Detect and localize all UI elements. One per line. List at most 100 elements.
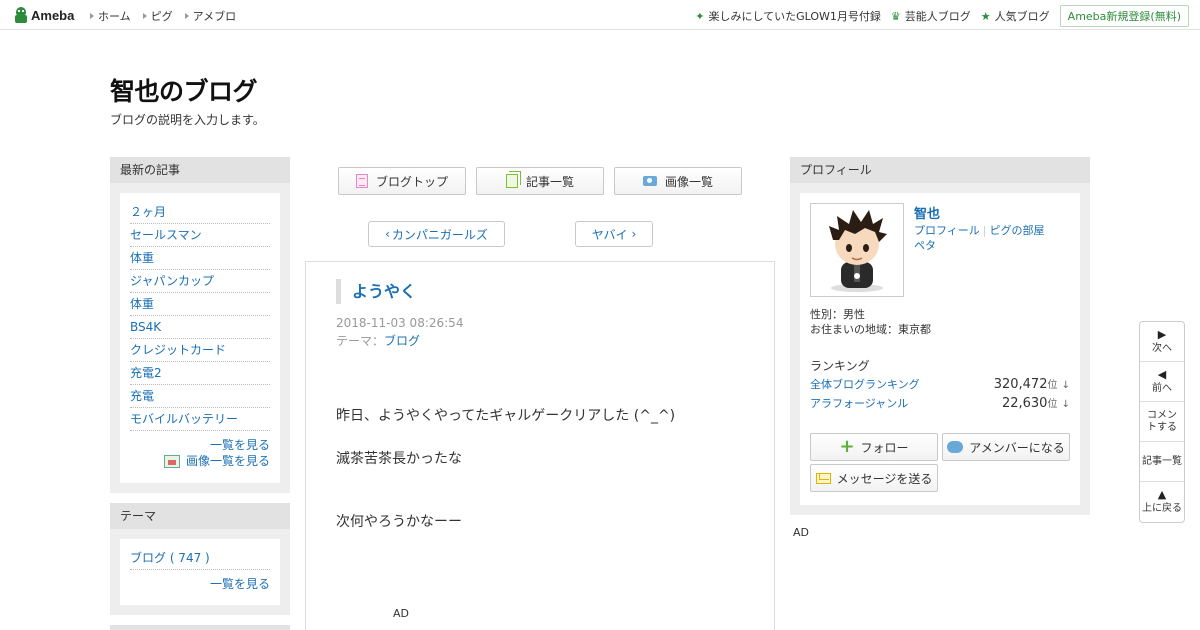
list-item: ジャパンカップ (130, 270, 270, 293)
profile-area: お住まいの地域：東京都 (810, 323, 931, 336)
profile-gender: 性別：男性 (810, 308, 865, 321)
image-list-icon (163, 454, 180, 468)
float-prev-button[interactable]: ◀ 前へ (1140, 362, 1184, 402)
plus-icon: + (839, 436, 855, 457)
send-message-button[interactable]: メッセージを送る (810, 464, 938, 492)
recent-article-link[interactable]: ジャパンカップ (130, 274, 214, 288)
recent-article-link[interactable]: セールスマン (130, 228, 202, 242)
document-icon (355, 174, 368, 188)
profile-links: プロフィール | ピグの部屋 ペタ (914, 223, 1074, 253)
triangle-up-icon: ▲ (1157, 488, 1167, 501)
triangle-left-icon: ◀ (1157, 367, 1167, 381)
genre-ranking-link[interactable]: アラフォージャンル (810, 395, 908, 411)
floating-nav: ▶ 次へ ◀ 前へ コメントする 記事一覧 ▲ 上に戻る (1139, 321, 1185, 523)
list-item: BS4K (130, 316, 270, 339)
list-item: 体重 (130, 293, 270, 316)
profile-name[interactable]: 智也 (914, 203, 940, 222)
crown-icon: ♛ (890, 9, 901, 23)
triangle-right-icon (90, 13, 94, 19)
recent-article-link[interactable]: 体重 (130, 251, 154, 265)
list-item: ブログ ( 747 ) (130, 547, 270, 570)
register-button[interactable]: Ameba新規登録(無料) (1059, 5, 1189, 27)
recent-article-link[interactable]: BS4K (130, 320, 161, 334)
theme-more: 一覧を見る (130, 576, 270, 592)
recent-article-link[interactable]: 充電2 (130, 366, 162, 380)
theme-box: テーマ ブログ ( 747 ) 一覧を見る (110, 503, 290, 615)
pigg-room-link[interactable]: ピグの部屋 (990, 224, 1045, 237)
arrow-down-icon: ↓ (1061, 399, 1070, 410)
ranking-title: ランキング (810, 359, 870, 373)
follow-button[interactable]: + フォロー (810, 433, 938, 461)
float-next-button[interactable]: ▶ 次へ (1140, 322, 1184, 362)
recent-article-link[interactable]: 体重 (130, 297, 154, 311)
blog-title[interactable]: 智也のブログ (110, 72, 258, 108)
blog-top-button[interactable]: ブログトップ (338, 167, 466, 195)
list-item: ２ヶ月 (130, 201, 270, 224)
theme-link[interactable]: ブログ ( 747 ) (130, 551, 210, 565)
logo-text: Ameba (31, 7, 75, 23)
profile-info: 性別：男性 お住まいの地域：東京都 (810, 307, 931, 337)
recent-article-link[interactable]: クレジットカード (130, 343, 226, 357)
list-item: クレジットカード (130, 339, 270, 362)
nav-ameblo[interactable]: アメブロ (184, 8, 236, 24)
recent-article-link[interactable]: ２ヶ月 (130, 205, 166, 219)
recent-article-link[interactable]: モバイルバッテリー (130, 412, 238, 426)
blog-description: ブログの説明を入力します。 (110, 113, 265, 127)
profile-box: プロフィール 智也 プロフィール | ピグの部屋 ペタ 性別：男性 お住まいの地域：… (790, 157, 1090, 515)
amember-button[interactable]: アメンバーになる (942, 433, 1070, 461)
peta-link[interactable]: ペタ (914, 239, 936, 252)
ranking-row: 全体ブログランキング 320,472位 ↓ (810, 376, 1070, 392)
theme-more-link[interactable]: 一覧を見る (210, 577, 270, 591)
article-date: 2018-11-03 08:26:54 (336, 316, 464, 330)
theme-heading: テーマ (110, 503, 290, 529)
speech-bubble-icon (947, 441, 964, 453)
next-sidebar-box (110, 625, 290, 630)
list-item: 体重 (130, 247, 270, 270)
ameba-logo-icon (14, 7, 28, 23)
image-list-link[interactable]: 画像一覧を見る (186, 453, 270, 469)
nav-pigg[interactable]: ピグ (142, 8, 173, 24)
image-list-button[interactable]: 画像一覧 (614, 167, 742, 195)
recent-articles-list: ２ヶ月 セールスマン 体重 ジャパンカップ 体重 BS4K クレジットカード 充… (130, 201, 270, 431)
next-article-button[interactable]: ヤバイ › (575, 221, 653, 247)
prev-article-button[interactable]: ‹ カンパニガールズ (368, 221, 505, 247)
recent-article-link[interactable]: 充電 (130, 389, 154, 403)
recent-more: 一覧を見る 画像一覧を見る (130, 437, 270, 469)
avatar[interactable] (810, 203, 904, 297)
list-item: 充電2 (130, 362, 270, 385)
float-top-button[interactable]: ▲ 上に戻る (1140, 482, 1184, 522)
nav-home[interactable]: ホーム (90, 8, 131, 24)
ranking-row: アラフォージャンル 22,630位 ↓ (810, 395, 1070, 411)
top-bar: Ameba ホーム ピグ アメブロ ✦ 楽しみにしていたGLOW1月号付録 ♛ 芸能… (0, 0, 1200, 30)
float-article-list-button[interactable]: 記事一覧 (1140, 442, 1184, 482)
top-nav: ホーム ピグ アメブロ (90, 8, 248, 24)
sidebar-ad-label: AD (793, 526, 809, 539)
article-theme: テーマ：ブログ (336, 334, 421, 348)
list-item: セールスマン (130, 224, 270, 247)
star-icon: ★ (980, 9, 991, 23)
article-list-button[interactable]: 記事一覧 (476, 167, 604, 195)
popular-blog-link[interactable]: ★ 人気ブログ (981, 8, 1050, 24)
triangle-right-icon: ▶ (1157, 327, 1167, 341)
arrow-down-icon: ↓ (1061, 380, 1070, 391)
recent-more-link[interactable]: 一覧を見る (210, 438, 270, 452)
article: ようやく 2018-11-03 08:26:54 テーマ：ブログ 昨日、ようやく… (305, 261, 775, 630)
recent-articles-box: 最新の記事 ２ヶ月 セールスマン 体重 ジャパンカップ 体重 BS4K クレジッ… (110, 157, 290, 493)
ameba-logo[interactable]: Ameba (14, 6, 74, 24)
float-comment-button[interactable]: コメントする (1140, 402, 1184, 442)
copy-icon (505, 174, 518, 188)
celebrity-blog-link[interactable]: ♛ 芸能人ブログ (891, 8, 971, 24)
article-title[interactable]: ようやく (336, 279, 416, 304)
glow-link[interactable]: ✦ 楽しみにしていたGLOW1月号付録 (695, 8, 881, 24)
article-paragraph: 滅茶苦茶長かったな (336, 451, 462, 467)
divider: | (982, 224, 987, 237)
avatar-illustration (829, 210, 887, 292)
chevron-right-icon: › (631, 227, 637, 241)
theme-list: ブログ ( 747 ) (130, 547, 270, 570)
list-item: モバイルバッテリー (130, 408, 270, 431)
profile-link[interactable]: プロフィール (914, 224, 980, 237)
ranking-value: 22,630位 ↓ (1001, 396, 1070, 411)
list-item: 充電 (130, 385, 270, 408)
overall-ranking-link[interactable]: 全体ブログランキング (810, 376, 920, 392)
article-theme-link[interactable]: ブログ (384, 334, 420, 348)
